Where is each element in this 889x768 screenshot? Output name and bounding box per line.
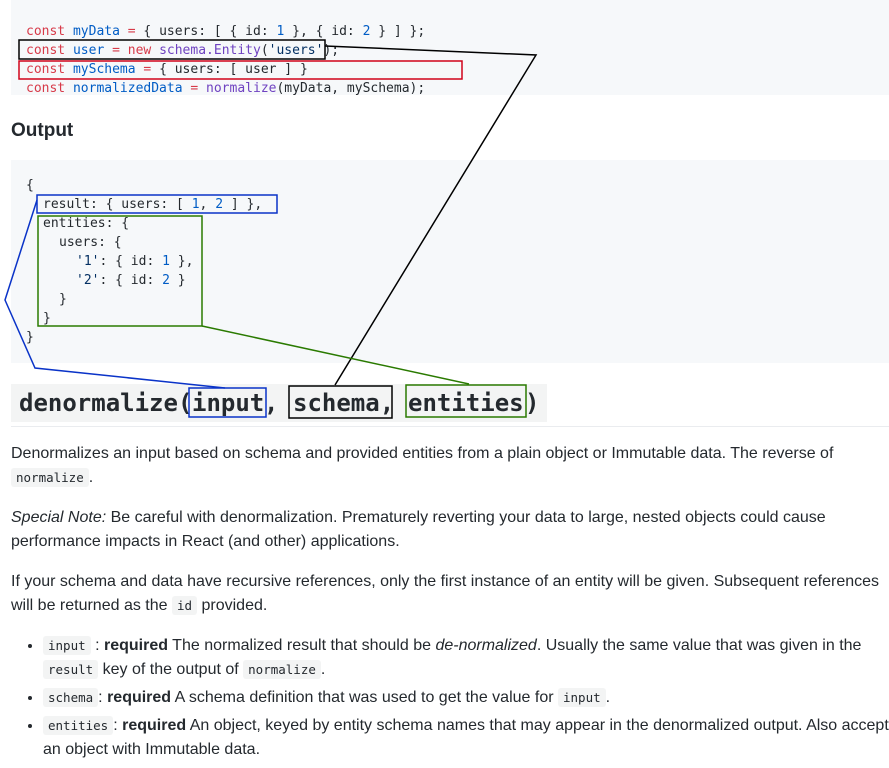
description-paragraph: Denormalizes an input based on schema an… [11, 442, 881, 490]
inline-code: entities [43, 716, 114, 735]
text: . [605, 689, 611, 706]
output-line: } [26, 328, 34, 347]
code-text: (myData, mySchema); [276, 81, 426, 96]
function-name: denormalize( [19, 389, 193, 417]
output-line-result: result: { users: [ 1, 2 ] }, [43, 195, 262, 214]
operator: = [190, 81, 199, 96]
denormalize-signature-heading: denormalize( input , schema, entities ) [11, 384, 547, 422]
function-name: normalize [206, 81, 277, 96]
inline-code: result [43, 660, 99, 679]
output-line: } [43, 309, 51, 328]
code-text: : { id: [99, 254, 155, 269]
text: . [320, 661, 326, 678]
text: Denormalizes an input based on schema an… [11, 445, 834, 462]
keyword: const [26, 81, 66, 96]
text: : [113, 717, 118, 734]
number: 2 [215, 197, 224, 212]
variable: normalizedData [72, 81, 183, 96]
number: 2 [162, 273, 170, 288]
string: '1' [76, 254, 100, 269]
code-text: ] }, [230, 197, 263, 212]
code-text: } [177, 273, 186, 288]
list-item: entities: required An object, keyed by e… [43, 714, 889, 762]
code-text: }, [177, 254, 194, 269]
property: result [43, 197, 90, 212]
param-input: input [192, 389, 265, 417]
inline-code: schema [43, 688, 99, 707]
text: . [88, 469, 94, 486]
output-heading: Output [11, 120, 74, 141]
text: If your schema and data have recursive r… [11, 573, 880, 614]
code-text: : { [98, 235, 122, 250]
text: key of the output of [102, 661, 239, 678]
param-entities: entities [408, 389, 524, 417]
property: users [59, 235, 99, 250]
list-item: schema: required A schema definition tha… [43, 686, 889, 710]
required-label: required [122, 717, 187, 734]
output-line: } [59, 290, 67, 309]
special-note-paragraph: Special Note: Be careful with denormaliz… [11, 506, 881, 554]
text: Be careful with denormalization. Prematu… [11, 509, 826, 550]
code-text: : { [105, 216, 130, 231]
parameters-list: input : required The normalized result t… [11, 634, 889, 766]
number: 1 [162, 254, 170, 269]
text: The normalized result that should be [172, 637, 431, 654]
close-paren: ) [525, 389, 540, 417]
inline-code: normalize [243, 660, 321, 679]
output-line-entities: entities: { [43, 214, 129, 233]
list-item: input : required The normalized result t… [43, 634, 889, 682]
number: 2 [362, 24, 371, 39]
code-text: } [59, 292, 67, 307]
number: 1 [191, 197, 200, 212]
inline-code: normalize [11, 468, 89, 487]
output-line-users: users: { [59, 233, 122, 252]
inline-code: input [43, 636, 91, 655]
code-text: : { users: [ [89, 197, 184, 212]
code-line-normalizeddata: const normalizedData = normalize(myData,… [26, 60, 425, 98]
text: : [98, 689, 103, 706]
inline-code: input [558, 688, 606, 707]
emphasis: de-normalized [435, 637, 537, 654]
output-line-user2: '2': { id: 2 } [76, 271, 186, 290]
text: : [95, 637, 100, 654]
text: . Usually the same value that was given … [536, 637, 862, 654]
property: entities [43, 216, 106, 231]
text: A schema definition that was used to get… [174, 689, 554, 706]
code-text: , [199, 197, 208, 212]
recursive-note-paragraph: If your schema and data have recursive r… [11, 570, 881, 618]
param-schema: schema, [293, 389, 395, 417]
code-text: } [26, 330, 34, 345]
text: provided. [201, 597, 268, 614]
heading-divider [11, 426, 889, 427]
comma: , [264, 389, 279, 417]
output-line-user1: '1': { id: 1 }, [76, 252, 193, 271]
code-text: ); [323, 43, 340, 58]
inline-code: id [171, 596, 198, 615]
code-text: } ] }; [378, 24, 426, 39]
code-text: { [26, 178, 34, 193]
emphasis: Special Note: [11, 509, 107, 526]
code-text: } [43, 311, 51, 326]
string: '2' [76, 273, 100, 288]
code-text: : { id: [99, 273, 155, 288]
output-line: { [26, 176, 34, 195]
required-label: required [107, 689, 172, 706]
required-label: required [104, 637, 169, 654]
